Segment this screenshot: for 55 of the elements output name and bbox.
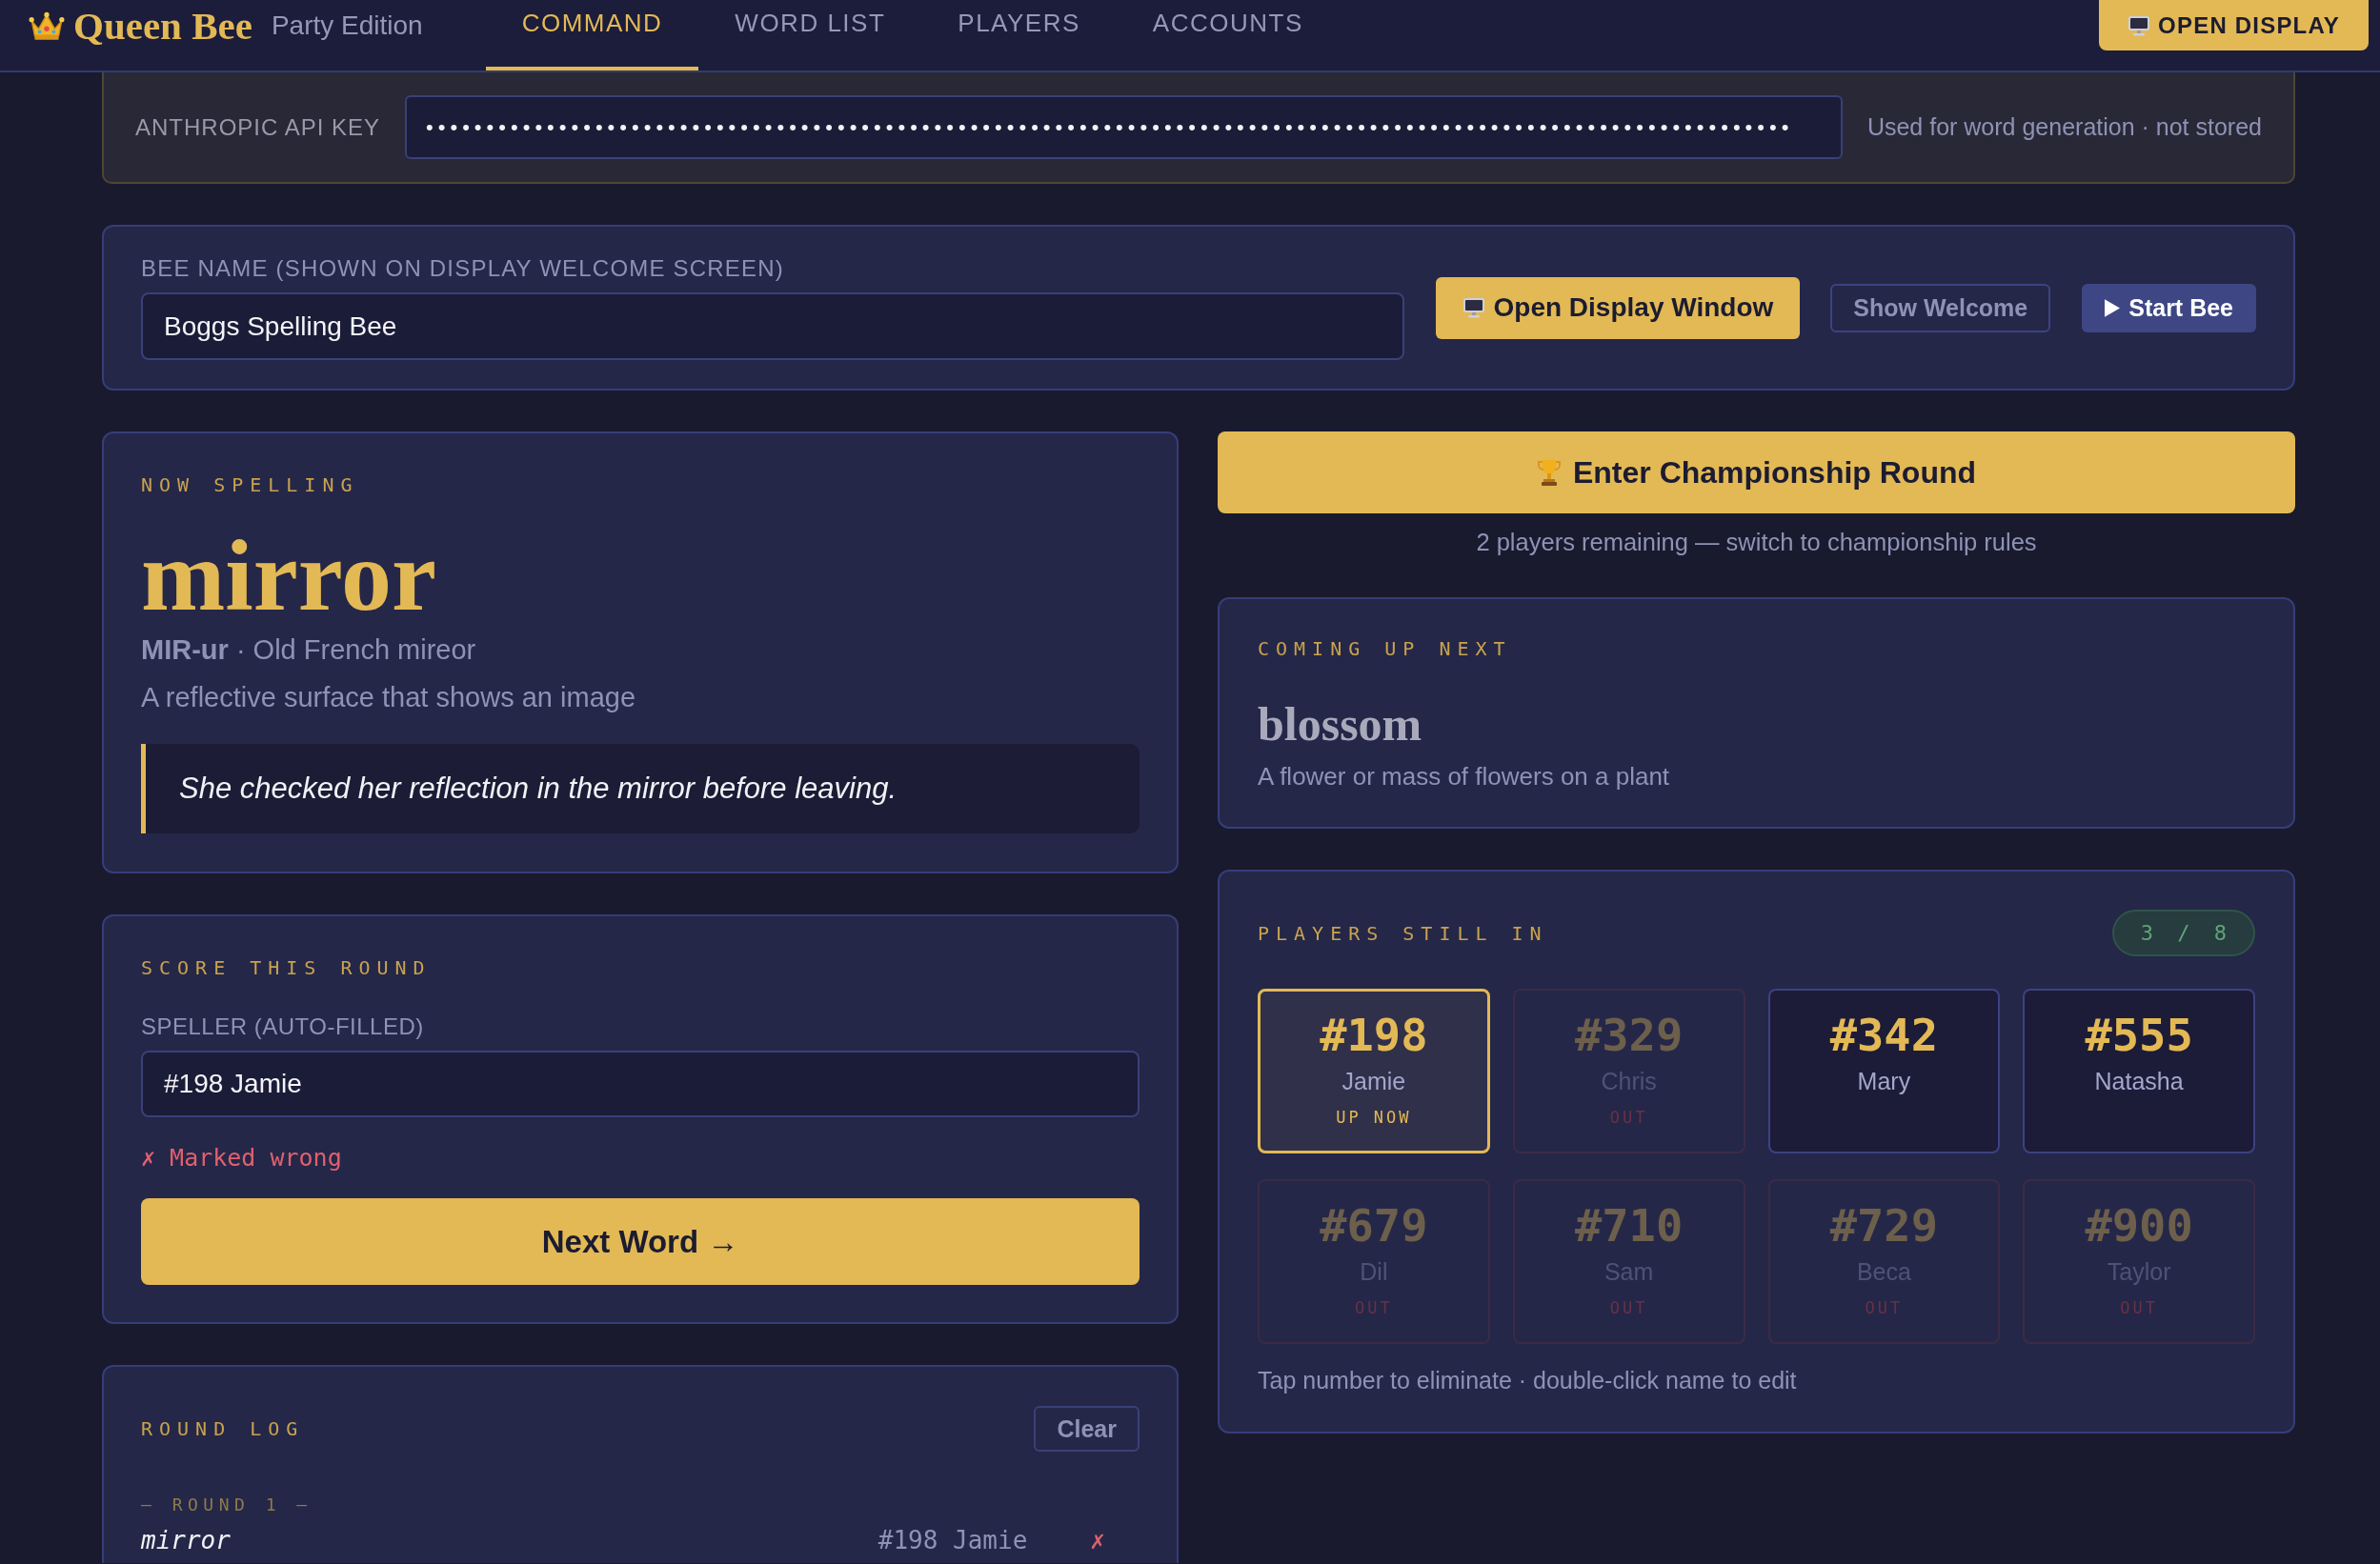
speller-field[interactable]: #198 Jamie [141,1051,1140,1117]
player-number[interactable]: #555 [2085,1009,2193,1062]
clear-button[interactable]: Clear [1034,1406,1140,1452]
field-label: ANTHROPIC API KEY [135,113,381,141]
player-number[interactable]: #198 [1320,1009,1428,1062]
player-status: OUT [1609,1297,1648,1318]
player-status: OUT [1609,1107,1648,1128]
player-name[interactable]: Jamie [1341,1067,1406,1095]
player-status: OUT [2120,1297,2158,1318]
player-status: OUT [1865,1297,1904,1318]
monitor-icon [1462,297,1485,318]
log-speller: #198 Jamie [877,1525,1028,1555]
monitor-icon [2128,14,2151,36]
player-status: UP NOW [1336,1107,1412,1128]
round-heading: — ROUND 1 — [141,1494,313,1515]
open-display-button[interactable]: OPEN DISPLAY [2099,0,2369,50]
nav-tab[interactable]: ACCOUNTS [1116,0,1340,70]
section-heading: SCORE THIS ROUND [141,956,433,979]
section-heading: NOW SPELLING [141,473,360,496]
log-mark: ✗ [1090,1525,1105,1555]
field-label: SPELLER (AUTO-FILLED) [141,1013,425,1041]
player-count-badge: 3 / 8 [2111,910,2255,956]
log-word: mirror [141,1525,232,1555]
crown-icon [29,10,65,41]
current-word: mirror [141,526,437,627]
section-heading: PLAYERS STILL IN [1258,921,1548,945]
open-display-window-button[interactable]: Open Display Window [1435,276,1801,339]
player-name[interactable]: Mary [1857,1067,1911,1095]
nav-tab[interactable]: PLAYERS [921,0,1117,70]
trophy-icon [1536,458,1562,487]
player-name[interactable]: Natasha [2094,1067,2184,1095]
show-welcome-button[interactable]: Show Welcome [1830,283,2051,332]
field-label: BEE NAME (SHOWN ON DISPLAY WELCOME SCREEN) [141,255,785,282]
championship-button[interactable]: Enter Championship Round [1218,431,2295,513]
player-status: OUT [1355,1297,1393,1318]
api-key-field[interactable]: ••••••••••••••••••••••••••••••••••••••••••••••••••••••••••••••••••••••••••••••••••••••••••••••••••••••••••••••••• [405,95,1843,159]
next-word-button[interactable]: Next Word → [141,1198,1140,1285]
play-icon [2105,298,2121,317]
result-text: ✗ Marked wrong [141,1144,343,1173]
section-heading: COMING UP NEXT [1258,637,1513,660]
hint-text: Used for word generation · not stored [1866,113,2262,141]
pronunciation-text: MIR-ur · Old French mireor [141,633,477,667]
bee-name-field[interactable]: Boggs Spelling Bee [141,292,1404,360]
hint-text: Tap number to eliminate · double-click name to edit [1258,1366,1798,1394]
player-number[interactable]: #342 [1829,1009,1938,1062]
section-heading: ROUND LOG [141,1417,305,1440]
note-text: 2 players remaining — switch to championship rules [1475,528,2038,556]
nav-tab[interactable]: WORD LIST [698,0,922,70]
definition-text: A flower or mass of flowers on a plant [1258,762,1671,791]
next-word: blossom [1258,696,1423,752]
definition-text: A reflective surface that shows an image [141,681,637,714]
example-sentence: She checked her reflection in the mirror before leaving. [141,744,1140,833]
app-logo: Queen Bee [73,3,252,49]
edition-label: Party Edition [271,10,423,41]
start-button[interactable]: Start Bee [2082,283,2256,332]
